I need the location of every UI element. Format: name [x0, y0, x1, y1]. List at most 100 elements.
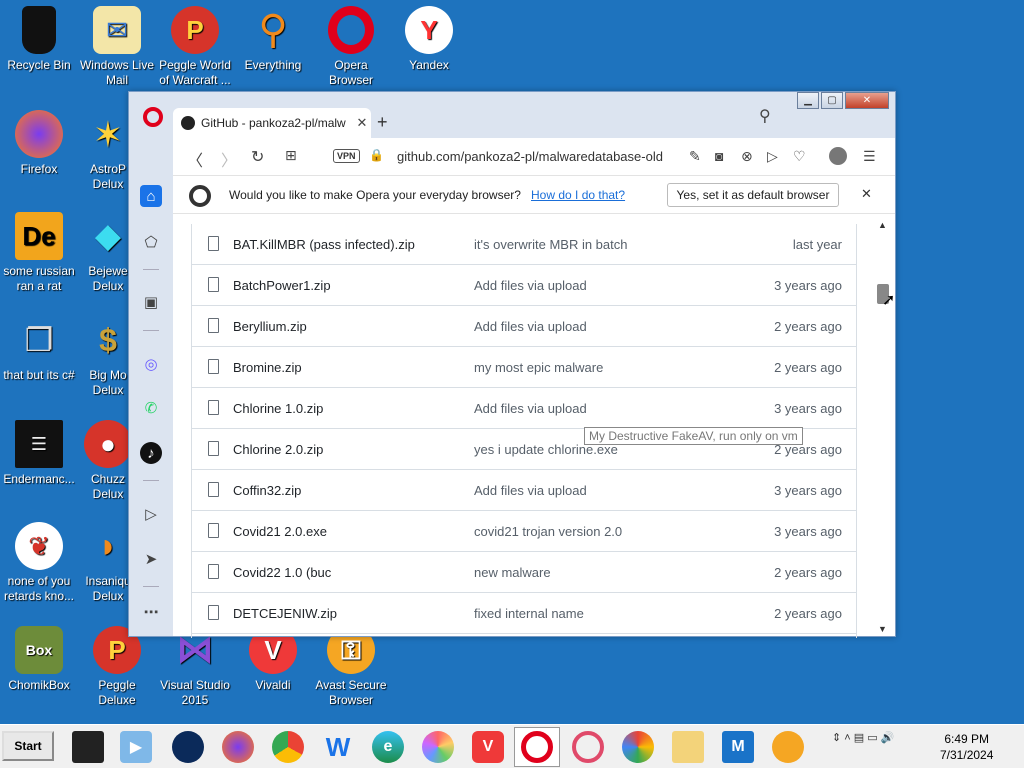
- tab-github[interactable]: GitHub - pankoza2-pl/malw ✕: [173, 108, 371, 138]
- tiktok-icon[interactable]: ♪: [140, 442, 162, 464]
- lock-icon[interactable]: 🔒: [369, 148, 384, 162]
- desktop-icon-visual-studio[interactable]: ⋈ Visual Studio 2015: [156, 626, 234, 708]
- file-name[interactable]: Covid21 2.0.exe: [233, 524, 327, 539]
- commit-message[interactable]: Add files via upload: [474, 319, 587, 334]
- tray-expand-icon[interactable]: ˄: [844, 732, 850, 744]
- infobar-close-icon[interactable]: ✕: [861, 186, 872, 202]
- ad-block-icon[interactable]: ⊗: [741, 148, 753, 165]
- desktop-icon-that-but-csharp[interactable]: ❐ that but its c#: [0, 316, 78, 383]
- share-icon[interactable]: ▷: [767, 148, 778, 165]
- file-row[interactable]: Covid22 1.0 (buc new malware 2 years ago: [192, 552, 856, 593]
- url-field[interactable]: github.com/pankoza2-pl/malwaredatabase-o…: [397, 149, 663, 164]
- tab-close-icon[interactable]: ✕: [353, 115, 371, 131]
- file-name[interactable]: Bromine.zip: [233, 360, 302, 375]
- tab-search-icon[interactable]: ⚲: [759, 106, 771, 126]
- terminal-taskbar-icon[interactable]: [72, 731, 104, 763]
- file-name[interactable]: Covid22 1.0 (buc: [233, 565, 331, 580]
- maximize-icon[interactable]: ▢: [821, 92, 843, 109]
- forward-icon[interactable]: 〉: [221, 147, 237, 171]
- back-icon[interactable]: 〈: [187, 147, 203, 171]
- spiral-taskbar-icon[interactable]: [422, 731, 454, 763]
- more-icon[interactable]: ⋯: [140, 601, 162, 623]
- opera-gx-taskbar-icon[interactable]: [572, 731, 604, 763]
- edge-taskbar-icon[interactable]: e: [372, 731, 404, 763]
- whatsapp-icon[interactable]: ✆: [140, 397, 162, 419]
- monitor-icon[interactable]: ▭: [867, 732, 877, 744]
- file-row[interactable]: Beryllium.zip Add files via upload 2 yea…: [192, 306, 856, 347]
- desktop-icon-firefox[interactable]: Firefox: [0, 110, 78, 177]
- commit-message[interactable]: it's overwrite MBR in batch: [474, 237, 627, 252]
- scroll-up-icon[interactable]: ▲: [878, 220, 887, 230]
- file-name[interactable]: Beryllium.zip: [233, 319, 307, 334]
- desktop-icon-recycle-bin[interactable]: Recycle Bin: [0, 6, 78, 73]
- globe-taskbar-icon[interactable]: [172, 731, 204, 763]
- file-row[interactable]: BAT.KillMBR (pass infected).zip it's ove…: [192, 224, 856, 265]
- desktop-icon-peggle-deluxe[interactable]: P Peggle Deluxe: [78, 626, 156, 708]
- scroll-down-icon[interactable]: ▼: [878, 624, 887, 634]
- profile-avatar[interactable]: [829, 147, 847, 165]
- shopping-bag-icon[interactable]: ▣: [140, 291, 162, 313]
- close-icon[interactable]: ✕: [845, 92, 889, 109]
- media-player-taskbar-icon[interactable]: ▶: [120, 731, 152, 763]
- desktop-icon-opera[interactable]: Opera Browser: [312, 6, 390, 88]
- pinboard-icon[interactable]: ⬠: [140, 231, 162, 253]
- tabs-grid-icon[interactable]: ⊞: [285, 147, 297, 164]
- reload-icon[interactable]: ↻: [251, 147, 264, 167]
- network-icon[interactable]: ▤: [854, 732, 864, 744]
- file-name[interactable]: Chlorine 1.0.zip: [233, 401, 323, 416]
- wps-taskbar-icon[interactable]: W: [322, 731, 354, 763]
- easy-setup-icon[interactable]: ☰: [863, 148, 876, 165]
- desktop-icon-chomikbox[interactable]: Box ChomikBox: [0, 626, 78, 693]
- home-icon[interactable]: ⌂: [140, 185, 162, 207]
- maxthon-taskbar-icon[interactable]: M: [722, 731, 754, 763]
- page-scrollbar[interactable]: ▲ ▼: [874, 218, 892, 636]
- opera-logo-icon[interactable]: [143, 107, 163, 127]
- camera-icon[interactable]: ◙: [715, 148, 723, 164]
- clock[interactable]: 6:49 PM 7/31/2024: [940, 731, 993, 763]
- vivaldi-taskbar-icon[interactable]: V: [472, 731, 504, 763]
- desktop-icon-avast[interactable]: ⚿ Avast Secure Browser: [312, 626, 390, 708]
- file-name[interactable]: Coffin32.zip: [233, 483, 301, 498]
- opera-taskbar-icon[interactable]: [521, 731, 553, 763]
- file-name[interactable]: BatchPower1.zip: [233, 278, 331, 293]
- desktop-icon-everything[interactable]: ⚲ Everything: [234, 6, 312, 73]
- tray-scroll-icon[interactable]: ⇕: [832, 732, 841, 744]
- send-icon[interactable]: ➤: [140, 548, 162, 570]
- avast-taskbar-icon[interactable]: [772, 731, 804, 763]
- commit-message[interactable]: my most epic malware: [474, 360, 603, 375]
- volume-icon[interactable]: 🔊: [881, 732, 895, 744]
- desktop-icon-peggle-wow[interactable]: P Peggle World of Warcraft ...: [156, 6, 234, 88]
- commit-message[interactable]: fixed internal name: [474, 606, 584, 621]
- set-default-button[interactable]: Yes, set it as default browser: [667, 183, 839, 207]
- new-tab-icon[interactable]: +: [377, 112, 388, 133]
- file-name[interactable]: BAT.KillMBR (pass infected).zip: [233, 237, 415, 252]
- vpn-badge[interactable]: VPN: [333, 149, 360, 163]
- desktop-icon-windows-live-mail[interactable]: ✉ Windows Live Mail: [78, 6, 156, 88]
- file-row[interactable]: Bromine.zip my most epic malware 2 years…: [192, 347, 856, 388]
- file-row[interactable]: Chlorine 1.0.zip Add files via upload 3 …: [192, 388, 856, 429]
- file-row[interactable]: Coffin32.zip Add files via upload 3 year…: [192, 470, 856, 511]
- desktop-icon-dragon[interactable]: ❦ none of you retards kno...: [0, 522, 78, 604]
- chrome-taskbar-icon[interactable]: [272, 731, 304, 763]
- file-name[interactable]: DETCEJENIW.zip: [233, 606, 337, 621]
- commit-message[interactable]: Add files via upload: [474, 401, 587, 416]
- desktop-icon-yandex[interactable]: Y Yandex: [390, 6, 468, 73]
- commit-message[interactable]: Add files via upload: [474, 278, 587, 293]
- start-button[interactable]: Start: [2, 731, 54, 761]
- messenger-icon[interactable]: ◎: [140, 353, 162, 375]
- minimize-icon[interactable]: ▁: [797, 92, 819, 109]
- commit-message[interactable]: new malware: [474, 565, 551, 580]
- file-name[interactable]: Chlorine 2.0.zip: [233, 442, 323, 457]
- player-icon[interactable]: ▷: [140, 503, 162, 525]
- desktop-icon-russian-rat[interactable]: De some russian ran a rat: [0, 212, 78, 294]
- bookmark-heart-icon[interactable]: ♡: [793, 148, 806, 165]
- notes-taskbar-icon[interactable]: [672, 731, 704, 763]
- file-row[interactable]: Covid21 2.0.exe covid21 trojan version 2…: [192, 511, 856, 552]
- chromium-taskbar-icon[interactable]: [622, 731, 654, 763]
- commit-message[interactable]: Add files via upload: [474, 483, 587, 498]
- desktop-icon-endermanch[interactable]: ☰ Endermanc...: [0, 420, 78, 487]
- how-do-i-link[interactable]: How do I do that?: [531, 188, 625, 202]
- commit-message[interactable]: covid21 trojan version 2.0: [474, 524, 622, 539]
- file-row[interactable]: BatchPower1.zip Add files via upload 3 y…: [192, 265, 856, 306]
- firefox-taskbar-icon[interactable]: [222, 731, 254, 763]
